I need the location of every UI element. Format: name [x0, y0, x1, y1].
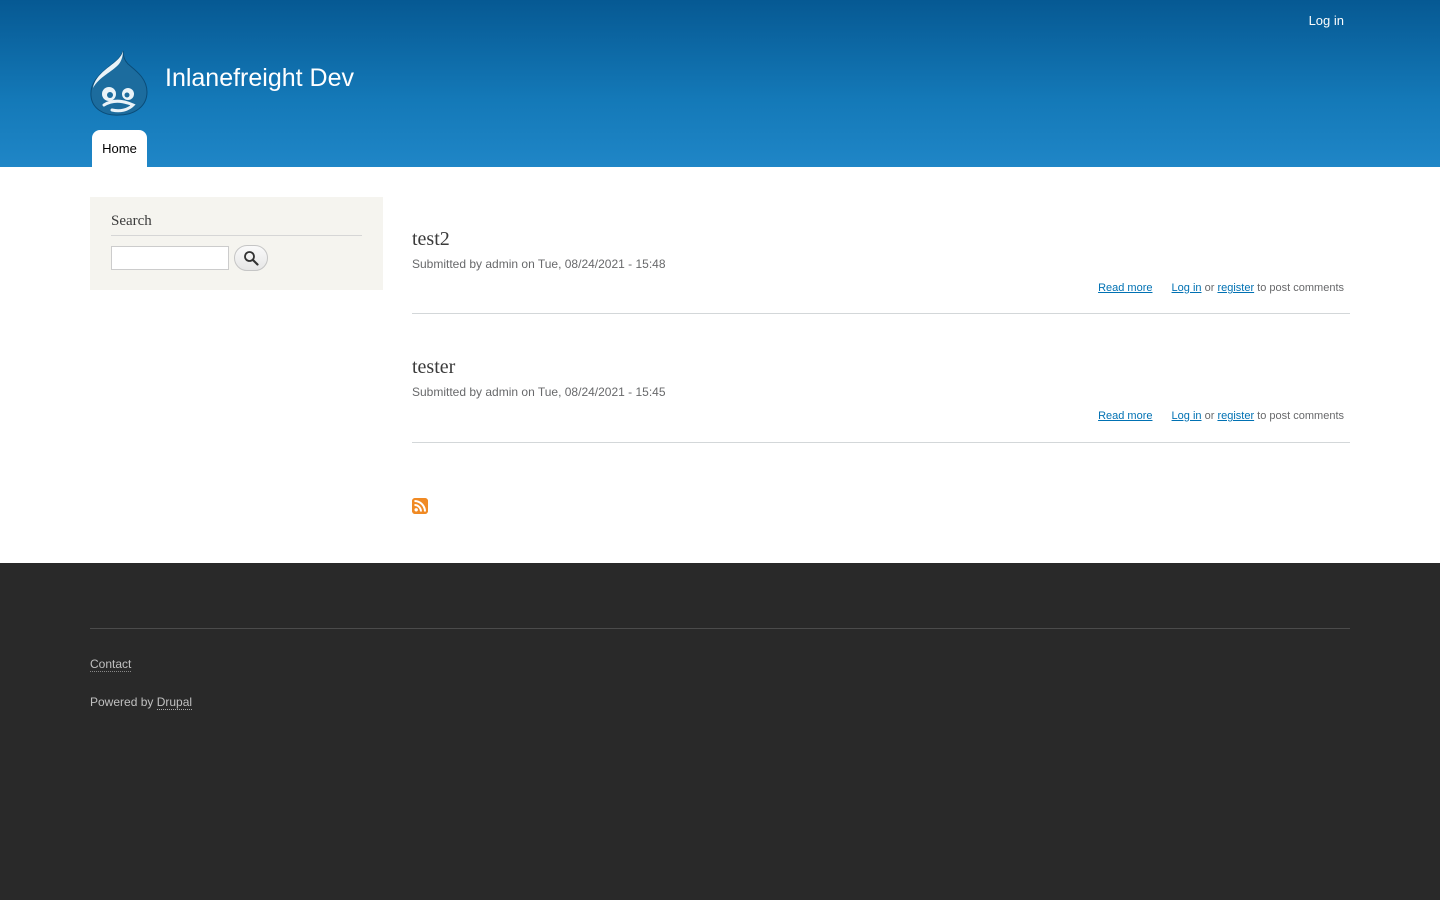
secondary-menu: Log in: [1309, 12, 1344, 30]
powered-by: Powered by Drupal: [90, 695, 193, 710]
powered-by-text: Powered by: [90, 695, 157, 709]
tab-home[interactable]: Home: [92, 130, 147, 167]
post-comments-text: to post comments: [1254, 282, 1344, 294]
article-teaser: tester Submitted by admin on Tue, 08/24/…: [412, 356, 1350, 443]
main-menu: Home: [92, 130, 147, 167]
article-title-link[interactable]: test2: [412, 228, 450, 250]
post-comments-text: to post comments: [1254, 410, 1344, 422]
search-block-title: Search: [111, 213, 362, 236]
article-title-link[interactable]: tester: [412, 356, 455, 378]
drupal-drop-icon[interactable]: [90, 50, 148, 116]
contact-link[interactable]: Contact: [90, 657, 132, 672]
or-text: or: [1201, 282, 1218, 294]
site-footer: Contact Powered by Drupal: [0, 563, 1440, 900]
login-to-comment-link[interactable]: Log in: [1172, 282, 1202, 294]
article-links: Read more Log in or register to post com…: [1098, 282, 1344, 294]
site-name-link[interactable]: Inlanefreight Dev: [165, 64, 354, 92]
submitted-date: on Tue, 08/24/2021 - 15:48: [518, 257, 666, 271]
site-header: Log in Inlanefreight Dev Home: [0, 0, 1440, 167]
article-teaser: test2 Submitted by admin on Tue, 08/24/2…: [412, 228, 1350, 314]
author-name: admin: [485, 257, 519, 271]
footer-divider: [90, 628, 1350, 629]
article-title: test2: [412, 228, 1350, 251]
search-form: [111, 245, 362, 271]
search-input[interactable]: [111, 246, 229, 270]
register-link[interactable]: register: [1217, 282, 1254, 294]
author-name: admin: [485, 385, 519, 399]
register-link[interactable]: register: [1217, 410, 1254, 422]
submitted-info: Submitted by admin on Tue, 08/24/2021 - …: [412, 257, 1350, 271]
magnifier-icon: [244, 251, 259, 266]
read-more-link[interactable]: Read more: [1098, 410, 1152, 422]
rss-feed-icon[interactable]: [412, 498, 428, 514]
login-to-comment-link[interactable]: Log in: [1172, 410, 1202, 422]
read-more-link[interactable]: Read more: [1098, 282, 1152, 294]
search-block: Search: [90, 197, 383, 290]
login-link[interactable]: Log in: [1309, 13, 1344, 28]
drupal-link[interactable]: Drupal: [156, 695, 193, 710]
search-button[interactable]: [234, 245, 268, 271]
submitted-prefix: Submitted by: [412, 257, 486, 271]
article-title: tester: [412, 356, 1350, 379]
content-region: test2 Submitted by admin on Tue, 08/24/2…: [412, 167, 1350, 514]
or-text: or: [1201, 410, 1218, 422]
article-links: Read more Log in or register to post com…: [1098, 410, 1344, 422]
submitted-date: on Tue, 08/24/2021 - 15:45: [518, 385, 666, 399]
site-name: Inlanefreight Dev: [165, 64, 354, 93]
main-page: Search test2 Submitted by admin on Tue, …: [0, 167, 1440, 563]
submitted-info: Submitted by admin on Tue, 08/24/2021 - …: [412, 385, 1350, 399]
submitted-prefix: Submitted by: [412, 385, 486, 399]
